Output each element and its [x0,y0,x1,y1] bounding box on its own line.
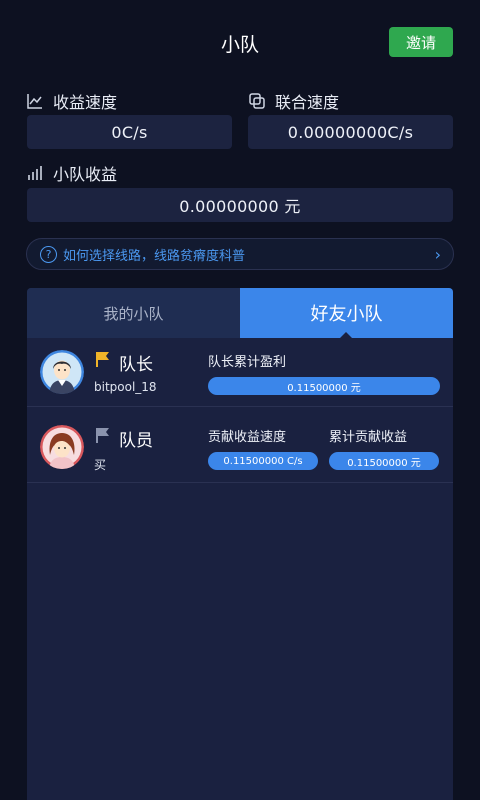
chevron-right-icon: › [434,245,441,264]
member-row-member[interactable]: 队员 买 贡献收益速度 0.11500000 C/s 累计贡献收益 0.1150… [27,407,453,483]
overlap-squares-icon [249,93,265,109]
tab-my-team[interactable]: 我的小队 [27,288,240,338]
route-tip-banner[interactable]: ? 如何选择线路，线路贫瘠度科普 › [26,238,454,270]
contrib-total-value: 0.11500000 元 [329,452,439,470]
bar-chart-icon [28,166,42,180]
line-chart-icon [27,94,42,109]
member-flag-icon [96,428,109,443]
contrib-speed-value: 0.11500000 C/s [208,452,318,470]
member-username: 买 [94,458,107,472]
earn-speed-value: 0C/s [27,115,232,149]
member-role: 队员 [119,431,153,451]
member-username: bitpool_18 [94,380,157,394]
team-panel: 我的小队 好友小队 队长 bitpool_18 队长累计盈利 0.1150000… [27,288,453,800]
route-tip-text: 如何选择线路，线路贫瘠度科普 [63,248,246,264]
leader-profit-value: 0.11500000 元 [208,377,440,395]
team-tabs: 我的小队 好友小队 [27,288,453,339]
team-income-value: 0.00000000 元 [27,188,453,222]
earn-speed-label: 收益速度 [53,93,118,112]
tab-friend-team[interactable]: 好友小队 [240,288,453,338]
leader-flag-icon [96,352,109,367]
joint-speed-label: 联合速度 [275,93,340,112]
joint-speed-value: 0.00000000C/s [248,115,453,149]
member-row-leader[interactable]: 队长 bitpool_18 队长累计盈利 0.11500000 元 [27,338,453,407]
member-role: 队长 [119,355,153,375]
header: 小队 邀请 [0,0,480,84]
avatar [40,350,84,394]
team-income-label-row: 小队收益 [26,161,117,185]
avatar [40,425,84,469]
contrib-speed-label: 贡献收益速度 [208,430,287,445]
question-icon: ? [40,245,57,263]
joint-speed-label-row: 联合速度 [248,89,339,113]
leader-profit-label: 队长累计盈利 [208,355,287,370]
invite-button[interactable]: 邀请 [389,27,453,57]
team-income-label: 小队收益 [53,165,118,184]
contrib-total-label: 累计贡献收益 [329,430,408,445]
earn-speed-label-row: 收益速度 [26,89,117,113]
